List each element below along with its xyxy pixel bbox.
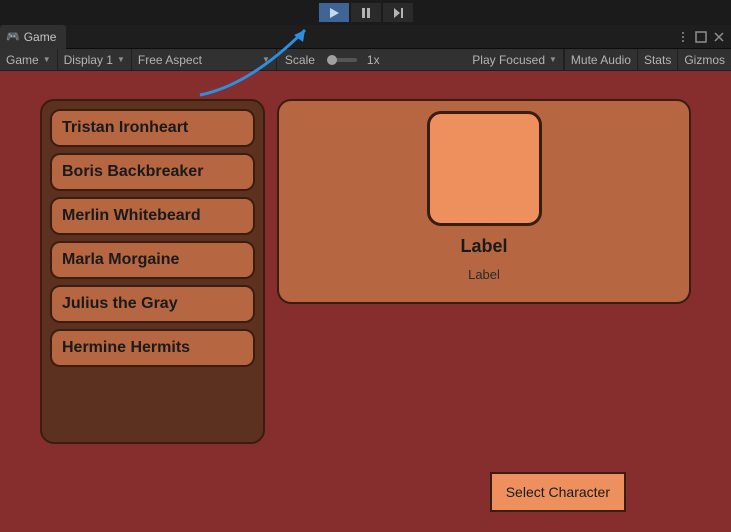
scale-label: Scale bbox=[277, 53, 323, 67]
character-list-item[interactable]: Merlin Whitebeard bbox=[50, 197, 255, 235]
pause-icon bbox=[360, 7, 372, 19]
tab-game[interactable]: 🎮 Game bbox=[0, 25, 66, 49]
character-list-item[interactable]: Tristan Ironheart bbox=[50, 109, 255, 147]
tab-label: Game bbox=[24, 30, 57, 44]
stats-label: Stats bbox=[644, 53, 671, 67]
tab-strip: 🎮 Game bbox=[0, 25, 731, 49]
play-controls bbox=[319, 3, 413, 22]
scale-value: 1x bbox=[361, 53, 386, 67]
chevron-down-icon: ▼ bbox=[549, 55, 557, 64]
character-detail-panel: Label Label bbox=[277, 99, 691, 304]
close-icon[interactable] bbox=[713, 31, 725, 43]
character-list-item[interactable]: Julius the Gray bbox=[50, 285, 255, 323]
gizmos-label: Gizmos bbox=[684, 53, 725, 67]
maximize-icon[interactable] bbox=[695, 31, 707, 43]
chevron-down-icon: ▼ bbox=[262, 55, 270, 64]
gizmos-toggle[interactable]: Gizmos bbox=[677, 49, 731, 71]
play-button[interactable] bbox=[319, 3, 349, 22]
play-icon bbox=[328, 7, 340, 19]
aspect-dropdown-label: Free Aspect bbox=[138, 53, 202, 67]
display-dropdown[interactable]: Display 1 ▼ bbox=[58, 49, 132, 71]
gamepad-icon: 🎮 bbox=[6, 30, 20, 43]
character-name-label: Label bbox=[460, 236, 507, 257]
character-list-item[interactable]: Marla Morgaine bbox=[50, 241, 255, 279]
play-mode-label: Play Focused bbox=[472, 53, 545, 67]
step-button[interactable] bbox=[383, 3, 413, 22]
select-button-label: Select Character bbox=[506, 484, 610, 500]
character-list-panel: Tristan Ironheart Boris Backbreaker Merlin… bbox=[40, 99, 265, 444]
game-dropdown-label: Game bbox=[6, 53, 39, 67]
chevron-down-icon: ▼ bbox=[43, 55, 51, 64]
aspect-dropdown[interactable]: Free Aspect ▼ bbox=[132, 49, 277, 71]
kebab-icon[interactable] bbox=[677, 31, 689, 43]
play-mode-dropdown[interactable]: Play Focused ▼ bbox=[466, 49, 564, 71]
stats-toggle[interactable]: Stats bbox=[637, 49, 677, 71]
mute-audio-toggle[interactable]: Mute Audio bbox=[564, 49, 637, 71]
character-list-item-label: Julius the Gray bbox=[62, 295, 178, 313]
scale-slider[interactable] bbox=[327, 58, 357, 62]
game-dropdown[interactable]: Game ▼ bbox=[0, 49, 58, 71]
display-dropdown-label: Display 1 bbox=[64, 53, 113, 67]
pause-button[interactable] bbox=[351, 3, 381, 22]
character-subtitle-label: Label bbox=[468, 267, 500, 282]
character-list-item-label: Marla Morgaine bbox=[62, 251, 179, 269]
game-viewport: Tristan Ironheart Boris Backbreaker Merlin… bbox=[0, 71, 731, 532]
character-portrait bbox=[427, 111, 542, 226]
character-list-item-label: Hermine Hermits bbox=[62, 339, 190, 357]
select-character-button[interactable]: Select Character bbox=[490, 472, 626, 512]
character-list-item[interactable]: Hermine Hermits bbox=[50, 329, 255, 367]
game-toolbar: Game ▼ Display 1 ▼ Free Aspect ▼ Scale 1… bbox=[0, 49, 731, 71]
mute-label: Mute Audio bbox=[571, 53, 631, 67]
character-list-item-label: Boris Backbreaker bbox=[62, 163, 203, 181]
step-icon bbox=[392, 7, 404, 19]
character-list-item-label: Merlin Whitebeard bbox=[62, 207, 201, 225]
character-list-item[interactable]: Boris Backbreaker bbox=[50, 153, 255, 191]
chevron-down-icon: ▼ bbox=[117, 55, 125, 64]
character-list-item-label: Tristan Ironheart bbox=[62, 119, 188, 137]
play-controls-bar bbox=[0, 0, 731, 25]
